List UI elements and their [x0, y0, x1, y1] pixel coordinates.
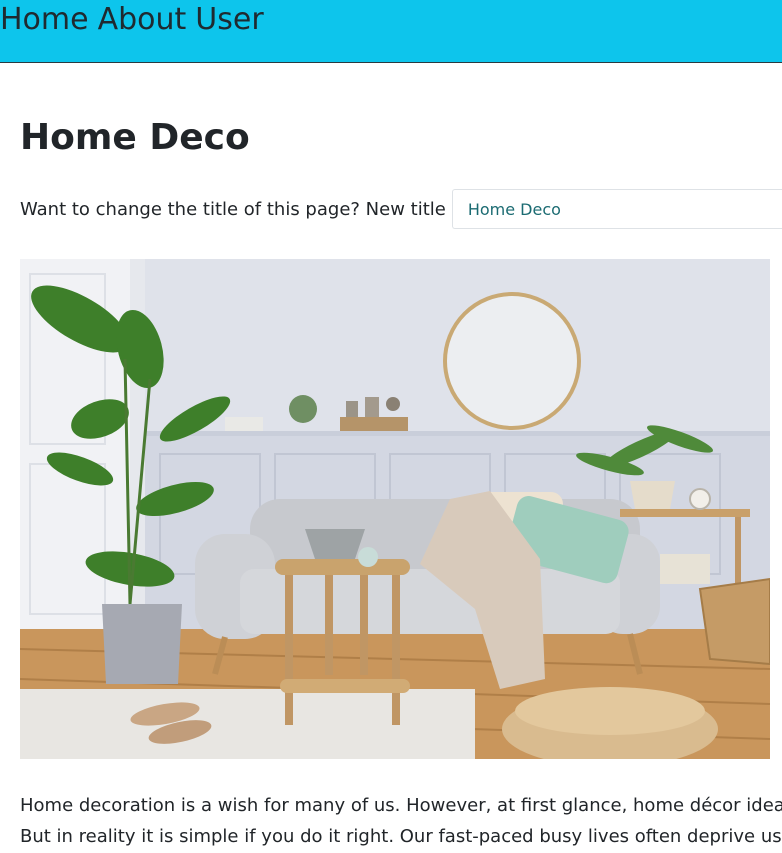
hero-image — [20, 259, 770, 759]
nav-link-home[interactable]: Home — [0, 2, 89, 37]
new-title-input[interactable] — [451, 189, 782, 229]
intro-line-2: But in reality it is simple if you do it… — [20, 826, 782, 847]
intro-paragraph: Home decoration is a wish for many of us… — [20, 790, 782, 852]
top-navbar: Home About User — [0, 0, 782, 63]
nav-link-user[interactable]: User — [195, 2, 263, 37]
main-nav: Home About User — [0, 2, 273, 38]
nav-link-about[interactable]: About — [98, 2, 187, 37]
page-title: Home Deco — [20, 117, 250, 158]
change-title-label: Want to change the title of this page? N… — [20, 198, 446, 220]
change-title-row: Want to change the title of this page? N… — [20, 189, 782, 229]
intro-line-1: Home decoration is a wish for many of us… — [20, 795, 782, 816]
